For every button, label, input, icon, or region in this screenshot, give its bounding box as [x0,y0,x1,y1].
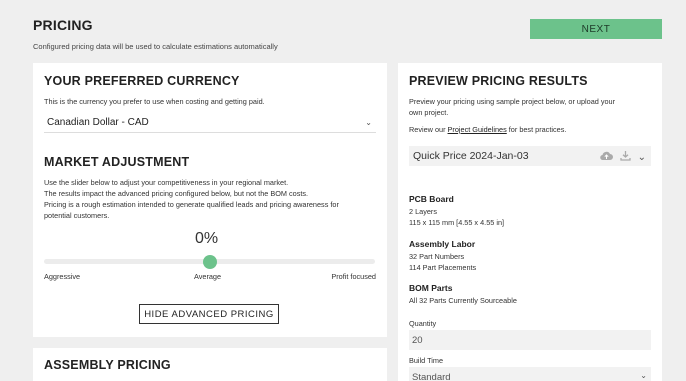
market-percent: 0% [195,230,219,247]
market-desc-line2: The results impact the advanced pricing … [44,189,309,198]
labor-line2: 114 Part Placements [409,263,477,272]
market-desc-line4: potential customers. [44,211,110,220]
slider-label-profit: Profit focused [331,272,376,281]
slider-label-aggressive: Aggressive [44,272,81,281]
labor-title: Assembly Labor [409,239,476,249]
quantity-label: Quantity [409,319,437,328]
preview-heading: PREVIEW PRICING RESULTS [409,74,588,88]
review-prefix: Review our [409,125,448,134]
quantity-input[interactable]: 20 [409,330,651,350]
labor-line1: 32 Part Numbers [409,252,465,261]
review-suffix: for best practices. [506,125,567,134]
page-title: PRICING [33,17,93,33]
upload-cloud-icon[interactable] [599,151,613,164]
chevron-down-icon: ⌄ [365,118,372,127]
market-desc-line3: Pricing is a rough estimation intended t… [44,200,339,209]
market-slider-thumb[interactable] [202,255,217,269]
currency-description: This is the currency you prefer to use w… [44,97,265,106]
currency-market-card: YOUR PREFERRED CURRENCY This is the curr… [33,63,387,337]
pcb-title: PCB Board [409,194,454,204]
build-time-select[interactable]: Standard ⌄ [409,367,651,381]
next-button[interactable]: NEXT [530,19,662,39]
preview-card: PREVIEW PRICING RESULTS Preview your pri… [398,63,662,381]
slider-label-average: Average [194,272,222,281]
pcb-line1: 2 Layers [409,207,437,216]
bom-title: BOM Parts [409,283,453,293]
assembly-pricing-card: ASSEMBLY PRICING [33,348,387,381]
sample-project-select[interactable]: Quick Price 2024-Jan-03 ⌄ [409,146,651,166]
build-time-value: Standard [412,371,451,381]
market-desc-line1: Use the slider below to adjust your comp… [44,178,289,187]
currency-heading: YOUR PREFERRED CURRENCY [44,74,240,88]
download-icon[interactable] [619,150,631,164]
bom-line1: All 32 Parts Currently Sourceable [409,296,517,305]
hide-advanced-pricing-button[interactable]: HIDE ADVANCED PRICING [139,304,279,324]
preview-desc-line2: own project. [409,108,449,117]
chevron-down-icon: ⌄ [640,371,647,380]
page-subtitle: Configured pricing data will be used to … [33,42,278,51]
project-guidelines-link[interactable]: Project Guidelines [448,125,507,134]
chevron-down-icon[interactable]: ⌄ [638,152,646,163]
currency-selected-value: Canadian Dollar - CAD [47,117,149,128]
currency-select[interactable]: Canadian Dollar - CAD ⌄ [44,113,376,133]
market-heading: MARKET ADJUSTMENT [44,155,190,169]
preview-review-text: Review our Project Guidelines for best p… [409,125,566,136]
assembly-heading: ASSEMBLY PRICING [44,358,171,372]
pcb-line2: 115 x 115 mm [4.55 x 4.55 in] [409,218,505,227]
sample-selected-value: Quick Price 2024-Jan-03 [413,150,529,162]
build-time-label: Build Time [409,356,444,365]
preview-desc-line1: Preview your pricing using sample projec… [409,97,616,106]
